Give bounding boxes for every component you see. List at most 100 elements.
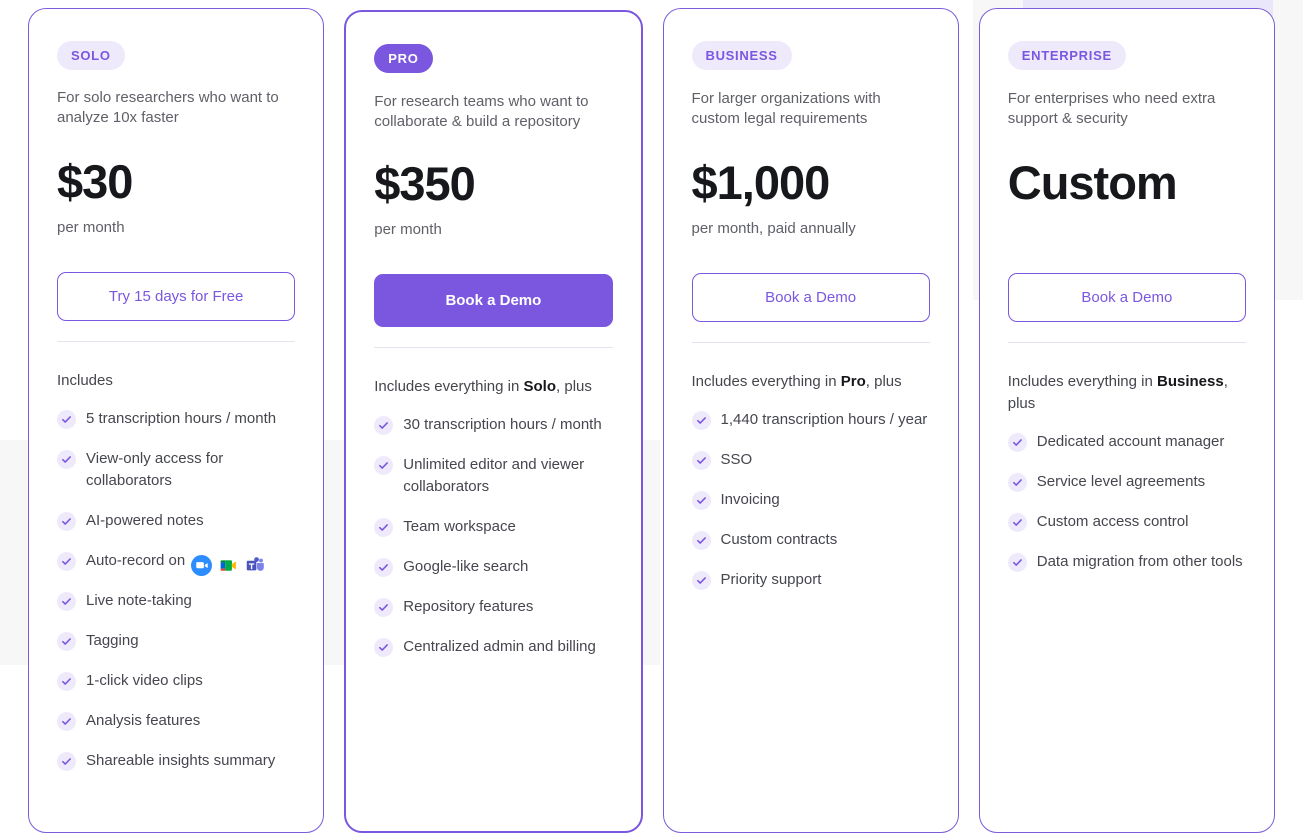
includes-plan-name: Solo: [523, 378, 557, 395]
check-icon: [57, 512, 76, 531]
plan-badge-solo: SOLO: [57, 41, 125, 70]
pricing-plans-grid: SOLO For solo researchers who want to an…: [0, 0, 1303, 833]
feature-label: Team workspace: [403, 518, 516, 535]
feature-list-business: 1,440 transcription hours / year SSO Inv…: [691, 409, 930, 609]
list-item-auto-record: Auto-record on: [57, 550, 295, 576]
list-item: AI-powered notes: [57, 510, 295, 532]
includes-label-solo: Includes: [57, 372, 113, 389]
cta-button-solo[interactable]: Try 15 days for Free: [57, 272, 296, 321]
check-icon: [374, 638, 394, 657]
list-item: Dedicated account manager: [1007, 431, 1246, 453]
feature-label: Service level agreements: [1036, 473, 1206, 490]
list-item: Custom contracts: [691, 529, 930, 551]
feature-label: Dedicated account manager: [1036, 433, 1225, 450]
plan-period-business: per month, paid annually: [691, 220, 856, 237]
feature-label: Google-like search: [403, 558, 529, 575]
plan-card-enterprise: ENTERPRISE For enterprises who need extr…: [978, 8, 1275, 833]
cta-button-enterprise[interactable]: Book a Demo: [1007, 273, 1246, 322]
plan-price-enterprise: Custom: [1007, 156, 1178, 209]
list-item: Tagging: [57, 630, 295, 652]
check-icon: [57, 450, 76, 469]
list-item: Repository features: [374, 596, 612, 618]
check-icon: [1007, 553, 1027, 572]
plan-badge-enterprise: ENTERPRISE: [1007, 41, 1126, 70]
check-icon: [374, 416, 394, 435]
plan-card-pro: PRO For research teams who want to colla…: [344, 10, 643, 833]
check-icon: [691, 531, 711, 550]
zoom-icon: [191, 554, 213, 576]
feature-label-wrapper: Auto-record on: [86, 550, 266, 576]
list-item: 1,440 transcription hours / year: [691, 409, 930, 431]
feature-label: View-only access for collaborators: [86, 450, 224, 489]
list-item: Data migration from other tools: [1007, 551, 1246, 573]
cta-button-business[interactable]: Book a Demo: [691, 273, 930, 322]
plan-tagline-business: For larger organizations with custom leg…: [691, 90, 881, 127]
feature-label: Auto-record on: [86, 552, 186, 569]
card-divider-solo: [57, 341, 296, 342]
check-icon: [691, 571, 711, 590]
includes-prefix: Includes everything in: [1007, 373, 1158, 390]
plan-tagline-solo: For solo researchers who want to analyze…: [57, 89, 279, 126]
check-icon: [57, 592, 76, 611]
includes-prefix: Includes everything in: [374, 378, 524, 395]
check-icon: [1007, 473, 1027, 492]
includes-label-enterprise: Includes everything in Business, plus: [1008, 371, 1246, 415]
includes-plan-name: Pro: [840, 373, 866, 390]
plan-card-solo: SOLO For solo researchers who want to an…: [28, 8, 325, 833]
list-item: 1-click video clips: [57, 670, 295, 692]
card-divider-business: [691, 342, 930, 343]
feature-list-pro: 30 transcription hours / month Unlimited…: [374, 414, 612, 676]
check-icon: [1007, 513, 1027, 532]
check-icon: [691, 451, 711, 470]
list-item: Custom access control: [1007, 511, 1246, 533]
microsoft-teams-icon: [246, 556, 265, 571]
feature-label: Invoicing: [720, 491, 780, 508]
feature-list-solo: 5 transcription hours / month View-only …: [57, 408, 295, 790]
card-divider-pro: [374, 347, 613, 348]
feature-label: Analysis features: [86, 712, 201, 729]
feature-label: SSO: [720, 451, 753, 468]
check-icon: [374, 456, 394, 475]
check-icon: [374, 518, 394, 537]
plan-tagline-enterprise: For enterprises who need extra support &…: [1007, 90, 1216, 127]
feature-label: 1,440 transcription hours / year: [720, 411, 928, 428]
feature-label: Shareable insights summary: [86, 752, 276, 769]
list-item: Analysis features: [57, 710, 295, 732]
feature-label: 30 transcription hours / month: [403, 416, 602, 433]
google-meet-icon: [220, 559, 237, 571]
list-item: SSO: [691, 449, 930, 471]
feature-label: Centralized admin and billing: [403, 638, 596, 655]
feature-label: Live note-taking: [86, 592, 192, 609]
feature-list-enterprise: Dedicated account manager Service level …: [1007, 431, 1246, 591]
list-item: 5 transcription hours / month: [57, 408, 295, 430]
check-icon: [57, 672, 76, 691]
feature-label: Custom contracts: [720, 531, 838, 548]
feature-label: Repository features: [403, 598, 534, 615]
list-item: 30 transcription hours / month: [374, 414, 612, 436]
includes-plan-name: Business: [1157, 373, 1224, 390]
card-divider-enterprise: [1007, 342, 1246, 343]
check-icon: [57, 712, 76, 731]
plan-badge-pro: PRO: [374, 44, 433, 73]
plan-period-solo: per month: [57, 219, 125, 236]
check-icon: [57, 552, 76, 571]
plan-price-business: $1,000: [691, 156, 831, 209]
plan-period-enterprise: [1008, 219, 1246, 239]
check-icon: [374, 598, 394, 617]
feature-label: Data migration from other tools: [1036, 553, 1243, 570]
list-item: Google-like search: [374, 556, 612, 578]
feature-label: 1-click video clips: [86, 672, 203, 689]
feature-label: 5 transcription hours / month: [86, 410, 277, 427]
list-item: Priority support: [691, 569, 930, 591]
list-item: Service level agreements: [1007, 471, 1246, 493]
plan-badge-business: BUSINESS: [691, 41, 792, 70]
feature-label: Tagging: [86, 632, 139, 649]
includes-prefix: Includes everything in: [691, 373, 841, 390]
feature-label: Priority support: [720, 571, 822, 588]
check-icon: [374, 558, 394, 577]
integration-icons: [191, 554, 266, 576]
plan-card-business: BUSINESS For larger organizations with c…: [662, 8, 959, 833]
check-icon: [691, 491, 711, 510]
cta-button-pro[interactable]: Book a Demo: [374, 274, 613, 327]
list-item: Shareable insights summary: [57, 750, 295, 772]
